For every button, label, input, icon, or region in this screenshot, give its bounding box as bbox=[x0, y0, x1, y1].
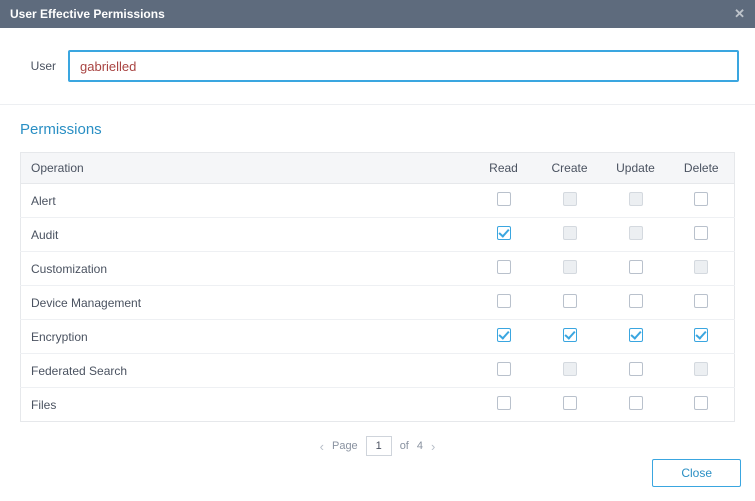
update-cell bbox=[603, 354, 669, 388]
content: Permissions Operation Read Create Update… bbox=[0, 105, 755, 470]
read-checkbox[interactable] bbox=[497, 192, 511, 206]
delete-cell bbox=[669, 388, 735, 422]
read-cell bbox=[471, 252, 537, 286]
operation-cell: Customization bbox=[21, 252, 471, 286]
pager-label: Page bbox=[332, 440, 358, 452]
read-cell bbox=[471, 320, 537, 354]
delete-cell bbox=[669, 354, 735, 388]
create-cell bbox=[537, 388, 603, 422]
create-cell bbox=[537, 218, 603, 252]
update-checkbox[interactable] bbox=[629, 294, 643, 308]
page-input[interactable] bbox=[366, 436, 392, 456]
pager-total: 4 bbox=[417, 440, 423, 452]
create-cell bbox=[537, 320, 603, 354]
update-checkbox[interactable] bbox=[629, 396, 643, 410]
update-checkbox[interactable] bbox=[629, 362, 643, 376]
read-checkbox[interactable] bbox=[497, 226, 511, 240]
col-operation: Operation bbox=[21, 153, 471, 184]
create-cell bbox=[537, 184, 603, 218]
user-input[interactable] bbox=[68, 50, 739, 82]
create-checkbox[interactable] bbox=[563, 396, 577, 410]
table-row: Device Management bbox=[21, 286, 735, 320]
update-cell bbox=[603, 388, 669, 422]
operation-cell: Audit bbox=[21, 218, 471, 252]
col-read: Read bbox=[471, 153, 537, 184]
col-create: Create bbox=[537, 153, 603, 184]
operation-cell: Alert bbox=[21, 184, 471, 218]
col-delete: Delete bbox=[669, 153, 735, 184]
read-checkbox[interactable] bbox=[497, 260, 511, 274]
read-cell bbox=[471, 354, 537, 388]
update-checkbox[interactable] bbox=[629, 260, 643, 274]
read-checkbox[interactable] bbox=[497, 294, 511, 308]
pager: ‹ Page of 4 › bbox=[20, 422, 735, 470]
operation-cell: Encryption bbox=[21, 320, 471, 354]
delete-checkbox[interactable] bbox=[694, 226, 708, 240]
dialog-title: User Effective Permissions bbox=[10, 7, 165, 21]
user-label: User bbox=[16, 59, 56, 73]
update-cell bbox=[603, 286, 669, 320]
delete-cell bbox=[669, 184, 735, 218]
read-checkbox[interactable] bbox=[497, 328, 511, 342]
delete-checkbox bbox=[694, 362, 708, 376]
update-cell bbox=[603, 184, 669, 218]
delete-checkbox[interactable] bbox=[694, 192, 708, 206]
user-row: User bbox=[0, 28, 755, 105]
delete-cell bbox=[669, 252, 735, 286]
create-checkbox bbox=[563, 260, 577, 274]
delete-checkbox bbox=[694, 260, 708, 274]
next-page-icon[interactable]: › bbox=[431, 439, 435, 454]
footer: Close bbox=[652, 459, 741, 487]
read-checkbox[interactable] bbox=[497, 396, 511, 410]
operation-cell: Federated Search bbox=[21, 354, 471, 388]
update-cell bbox=[603, 320, 669, 354]
prev-page-icon[interactable]: ‹ bbox=[320, 439, 324, 454]
delete-cell bbox=[669, 286, 735, 320]
permissions-table: Operation Read Create Update Delete Aler… bbox=[20, 152, 735, 422]
update-checkbox[interactable] bbox=[629, 328, 643, 342]
create-cell bbox=[537, 252, 603, 286]
create-checkbox bbox=[563, 362, 577, 376]
create-checkbox bbox=[563, 226, 577, 240]
pager-of: of bbox=[400, 440, 409, 452]
col-update: Update bbox=[603, 153, 669, 184]
read-cell bbox=[471, 286, 537, 320]
create-checkbox bbox=[563, 192, 577, 206]
delete-checkbox[interactable] bbox=[694, 328, 708, 342]
read-cell bbox=[471, 218, 537, 252]
read-checkbox[interactable] bbox=[497, 362, 511, 376]
create-checkbox[interactable] bbox=[563, 294, 577, 308]
titlebar: User Effective Permissions ✕ bbox=[0, 0, 755, 28]
read-cell bbox=[471, 184, 537, 218]
table-row: Federated Search bbox=[21, 354, 735, 388]
create-checkbox[interactable] bbox=[563, 328, 577, 342]
delete-cell bbox=[669, 218, 735, 252]
operation-cell: Files bbox=[21, 388, 471, 422]
close-icon[interactable]: ✕ bbox=[734, 6, 745, 22]
permissions-heading: Permissions bbox=[20, 121, 735, 138]
update-cell bbox=[603, 218, 669, 252]
create-cell bbox=[537, 286, 603, 320]
operation-cell: Device Management bbox=[21, 286, 471, 320]
delete-cell bbox=[669, 320, 735, 354]
update-checkbox bbox=[629, 192, 643, 206]
update-cell bbox=[603, 252, 669, 286]
table-row: Alert bbox=[21, 184, 735, 218]
delete-checkbox[interactable] bbox=[694, 294, 708, 308]
table-row: Encryption bbox=[21, 320, 735, 354]
update-checkbox bbox=[629, 226, 643, 240]
delete-checkbox[interactable] bbox=[694, 396, 708, 410]
table-row: Customization bbox=[21, 252, 735, 286]
table-row: Audit bbox=[21, 218, 735, 252]
create-cell bbox=[537, 354, 603, 388]
read-cell bbox=[471, 388, 537, 422]
table-row: Files bbox=[21, 388, 735, 422]
close-button[interactable]: Close bbox=[652, 459, 741, 487]
